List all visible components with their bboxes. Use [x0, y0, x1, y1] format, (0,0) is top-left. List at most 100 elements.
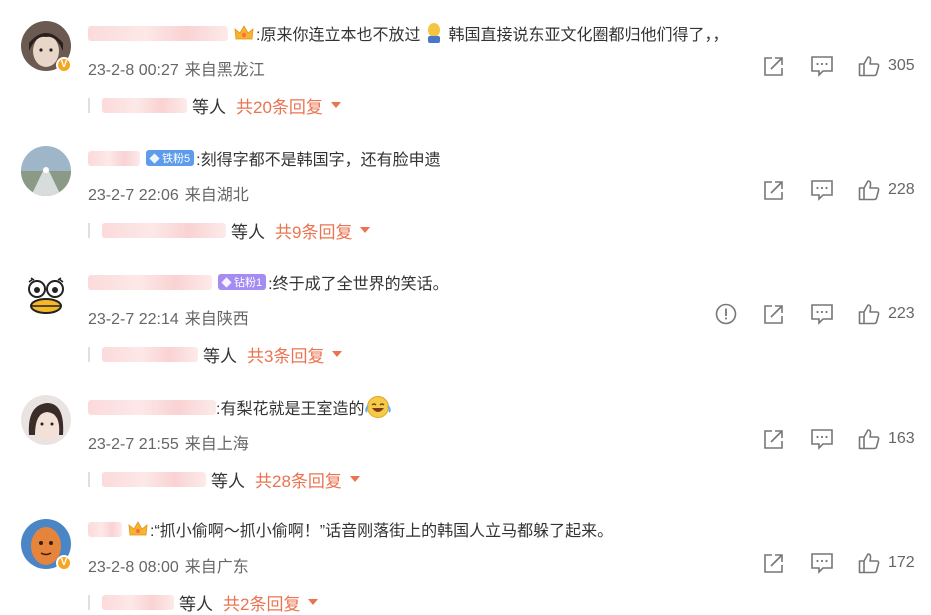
- comment-line: :有梨花就是王室造的: [88, 395, 392, 419]
- action-bar: 163: [0, 427, 931, 451]
- action-bar: 305: [0, 54, 931, 78]
- repost-icon: [764, 181, 783, 200]
- divider: [88, 471, 90, 487]
- reply-users-suffix: 等人: [179, 594, 213, 614]
- like-button[interactable]: 172: [858, 551, 915, 575]
- comment-text-cont: 韩国直接说东亚文化圈都归他们得了，，: [448, 27, 729, 44]
- comment-icon: [811, 429, 833, 450]
- reply-count-link[interactable]: 共3条回复: [247, 342, 343, 367]
- like-count: 163: [888, 430, 915, 447]
- like-button[interactable]: 223: [858, 302, 915, 326]
- chevron-down-icon: [349, 476, 360, 482]
- like-button[interactable]: 305: [858, 54, 915, 78]
- like-count: 228: [888, 181, 915, 198]
- fan-badge: 钻粉1: [218, 274, 267, 290]
- divider: [88, 594, 90, 610]
- like-icon: [858, 304, 880, 325]
- report-icon: [715, 303, 737, 325]
- reply-summary: 等人 共9条回复: [88, 218, 371, 243]
- chevron-down-icon: [360, 227, 371, 233]
- comment-text: :“抓小偷啊～抓小偷啊！”话音刚落街上的韩国人立马都躲了起来。: [150, 523, 614, 540]
- blurred-username[interactable]: [102, 594, 174, 610]
- blurred-username[interactable]: [102, 471, 206, 487]
- repost-button[interactable]: [762, 302, 786, 326]
- like-button[interactable]: 163: [858, 427, 915, 451]
- reply-users-suffix: 等人: [203, 346, 237, 366]
- chevron-down-icon: [332, 351, 343, 357]
- chevron-down-icon: [330, 102, 341, 108]
- like-button[interactable]: 228: [858, 178, 915, 202]
- like-count: 223: [888, 305, 915, 322]
- like-count: 305: [888, 57, 915, 74]
- action-bar: 172: [0, 551, 931, 575]
- comment-button[interactable]: [810, 551, 834, 575]
- reply-count-link[interactable]: 共28条回复: [255, 467, 360, 492]
- repost-button[interactable]: [762, 54, 786, 78]
- comment-line: 钻粉1 :终于成了全世界的笑话。: [88, 270, 449, 294]
- reply-summary: 等人 共20条回复: [88, 93, 341, 117]
- divider: [88, 222, 90, 238]
- reply-summary: 等人 共2条回复: [88, 590, 319, 615]
- repost-icon: [764, 554, 783, 573]
- reply-count: 共28条回复: [255, 471, 342, 491]
- report-button[interactable]: [715, 302, 737, 326]
- reply-summary: 等人 共28条回复: [88, 467, 360, 491]
- fan-badge-label: 钻粉1: [234, 277, 263, 289]
- repost-icon: [764, 430, 783, 449]
- reply-count: 共3条回复: [247, 346, 325, 366]
- comment-text: :原来你连立本也不放过: [256, 27, 421, 44]
- like-icon: [858, 180, 880, 201]
- repost-button[interactable]: [762, 551, 786, 575]
- emoji-figure-icon: [428, 23, 441, 43]
- like-icon: [858, 56, 880, 77]
- repost-icon: [764, 305, 783, 324]
- comment-line: :原来你连立本也不放过 韩国直接说东亚文化圈都归他们得了，，: [88, 21, 728, 45]
- comment-text: :有梨花就是王室造的: [216, 401, 365, 418]
- repost-button[interactable]: [762, 178, 786, 202]
- reply-count: 共20条回复: [236, 97, 323, 117]
- reply-count-link[interactable]: 共9条回复: [275, 218, 371, 243]
- fan-badge: 铁粉5: [146, 150, 195, 166]
- reply-count-link[interactable]: 共2条回复: [223, 590, 319, 615]
- reply-users-suffix: 等人: [211, 471, 245, 491]
- divider: [88, 97, 90, 113]
- like-icon: [858, 429, 880, 450]
- repost-button[interactable]: [762, 427, 786, 451]
- crown-icon: [128, 521, 148, 536]
- like-count: 172: [888, 554, 915, 571]
- divider: [88, 346, 90, 362]
- comment-button[interactable]: [810, 54, 834, 78]
- emoji-laugh-cry-icon: [365, 396, 392, 418]
- blurred-username[interactable]: [102, 222, 226, 238]
- comment-text: :刻得字都不是韩国字，还有脸申遗: [196, 152, 441, 169]
- blurred-username[interactable]: [88, 521, 122, 537]
- blurred-username[interactable]: [102, 346, 198, 362]
- chevron-down-icon: [308, 599, 319, 605]
- reply-count: 共2条回复: [223, 594, 301, 614]
- action-bar: 228: [0, 178, 931, 202]
- blurred-username[interactable]: [88, 274, 212, 290]
- blurred-username[interactable]: [88, 150, 140, 166]
- reply-summary: 等人 共3条回复: [88, 342, 343, 367]
- like-icon: [858, 553, 880, 574]
- reply-users-suffix: 等人: [231, 222, 265, 242]
- blurred-username[interactable]: [88, 25, 228, 41]
- comment-icon: [811, 304, 833, 325]
- comment-line: 铁粉5 :刻得字都不是韩国字，还有脸申遗: [88, 146, 441, 170]
- blurred-username[interactable]: [102, 97, 187, 113]
- comment-button[interactable]: [810, 427, 834, 451]
- comment-line: :“抓小偷啊～抓小偷啊！”话音刚落街上的韩国人立马都躲了起来。: [88, 517, 613, 541]
- blurred-username[interactable]: [88, 399, 216, 415]
- comment-button[interactable]: [810, 302, 834, 326]
- reply-count-link[interactable]: 共20条回复: [236, 93, 341, 118]
- reply-count: 共9条回复: [275, 222, 353, 242]
- comment-text: :终于成了全世界的笑话。: [268, 276, 449, 293]
- comment-icon: [811, 56, 833, 77]
- fan-badge-label: 铁粉5: [162, 153, 191, 165]
- repost-icon: [764, 57, 783, 76]
- action-bar: 223: [0, 302, 931, 326]
- reply-users-suffix: 等人: [192, 97, 226, 117]
- comment-icon: [811, 553, 833, 574]
- crown-icon: [234, 25, 254, 40]
- comment-button[interactable]: [810, 178, 834, 202]
